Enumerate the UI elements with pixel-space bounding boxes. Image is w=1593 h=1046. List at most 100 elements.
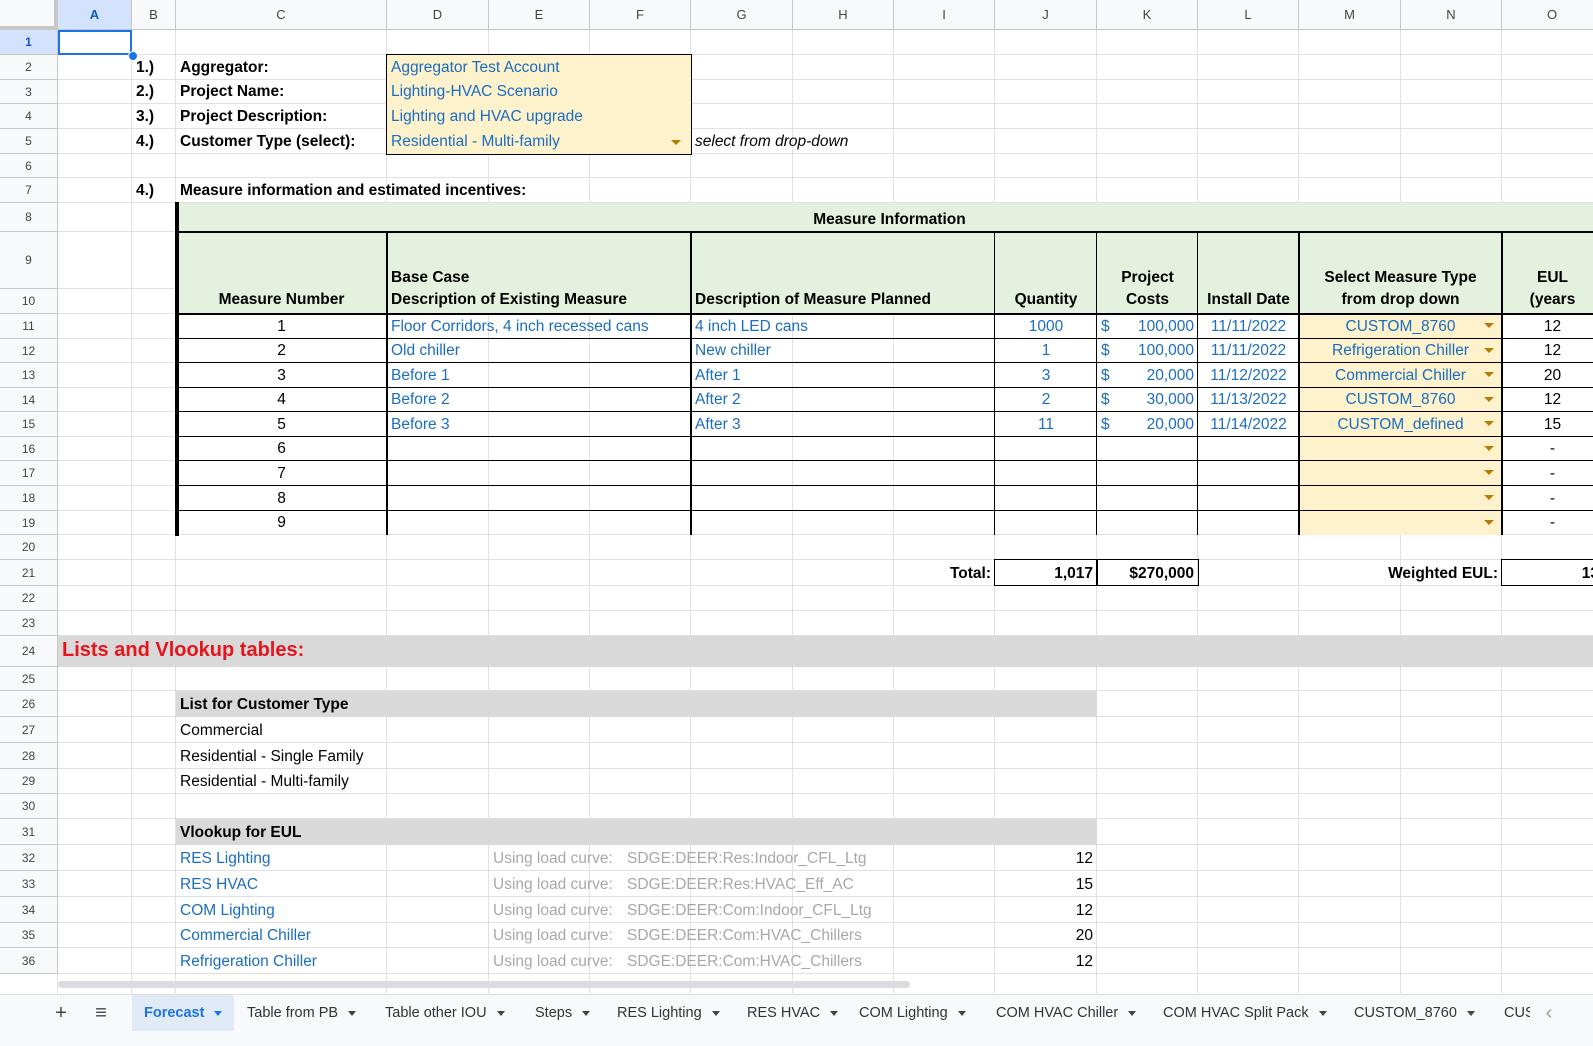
row-header-12[interactable]: 12 <box>0 339 58 363</box>
measure-type-dropdown-icon[interactable] <box>1484 323 1494 328</box>
measure-type-select[interactable]: Refrigeration Chiller <box>1299 339 1502 363</box>
base-case-cell[interactable]: Old chiller <box>387 339 691 363</box>
quantity-cell[interactable] <box>995 511 1097 535</box>
column-header-a[interactable]: A <box>58 0 132 30</box>
tab-menu-arrow-icon[interactable] <box>1318 1010 1327 1016</box>
row-header-10[interactable]: 10 <box>0 289 58 314</box>
column-header-k[interactable]: K <box>1097 0 1198 30</box>
measure-type-dropdown-icon[interactable] <box>1484 421 1494 426</box>
spreadsheet-grid[interactable]: ABCDEFGHIJKLMNO 1 2 3 4 5 6 7 8 9 10 11 12 13 14 15 16 1… <box>0 0 1593 994</box>
horizontal-scrollbar[interactable] <box>58 981 910 988</box>
row-header-1[interactable]: 1 <box>0 30 58 55</box>
install-date-cell[interactable] <box>1198 437 1299 461</box>
row-header-25[interactable]: 25 <box>0 667 58 691</box>
quantity-cell[interactable]: 11 <box>995 412 1097 437</box>
row-header-19[interactable]: 19 <box>0 511 58 535</box>
measure-type-dropdown-icon[interactable] <box>1484 470 1494 475</box>
row-header-15[interactable]: 15 <box>0 412 58 437</box>
column-header-l[interactable]: L <box>1198 0 1299 30</box>
base-case-cell[interactable]: Before 2 <box>387 388 691 412</box>
active-cell-a1[interactable] <box>58 30 132 55</box>
row-header-8[interactable]: 8 <box>0 203 58 232</box>
row-header-32[interactable]: 32 <box>0 845 58 871</box>
sheet-tab-cus[interactable]: CUS <box>1504 995 1530 1031</box>
row-header-6[interactable]: 6 <box>0 154 58 178</box>
tab-menu-arrow-icon[interactable] <box>496 1010 505 1016</box>
measure-type-dropdown-icon[interactable] <box>1484 397 1494 402</box>
base-case-cell[interactable]: Before 3 <box>387 412 691 437</box>
tab-menu-arrow-icon[interactable] <box>582 1010 591 1016</box>
measure-type-dropdown-icon[interactable] <box>1484 520 1494 525</box>
row-header-33[interactable]: 33 <box>0 871 58 897</box>
base-case-cell[interactable] <box>387 486 691 511</box>
column-header-f[interactable]: F <box>590 0 691 30</box>
measure-type-select[interactable] <box>1299 486 1502 511</box>
column-header-b[interactable]: B <box>132 0 176 30</box>
row-header-23[interactable]: 23 <box>0 611 58 636</box>
measure-type-select[interactable]: Commercial Chiller <box>1299 363 1502 388</box>
measure-number-cell[interactable]: 3 <box>176 363 387 388</box>
row-header-2[interactable]: 2 <box>0 55 58 80</box>
install-date-cell[interactable]: 11/12/2022 <box>1198 363 1299 388</box>
column-header-n[interactable]: N <box>1401 0 1502 30</box>
row-header-22[interactable]: 22 <box>0 586 58 611</box>
measure-number-cell[interactable]: 7 <box>176 461 387 486</box>
customer-type-dropdown-icon[interactable] <box>671 140 681 145</box>
quantity-cell[interactable]: 3 <box>995 363 1097 388</box>
sheet-tab-res-hvac[interactable]: RES HVAC <box>747 995 839 1031</box>
install-date-cell[interactable]: 11/11/2022 <box>1198 339 1299 363</box>
column-header-o[interactable]: O <box>1502 0 1593 30</box>
sheet-tab-steps[interactable]: Steps <box>535 995 591 1031</box>
base-case-cell[interactable]: Floor Corridors, 4 inch recessed cans <box>387 314 691 339</box>
row-header-31[interactable]: 31 <box>0 819 58 845</box>
planned-cell[interactable] <box>691 511 995 535</box>
column-header-c[interactable]: C <box>176 0 387 30</box>
measure-number-cell[interactable]: 2 <box>176 339 387 363</box>
sheet-tab-res-lighting[interactable]: RES Lighting <box>617 995 720 1031</box>
select-all-corner[interactable] <box>0 0 58 30</box>
add-sheet-button[interactable]: + <box>48 995 74 1031</box>
measure-number-cell[interactable]: 4 <box>176 388 387 412</box>
planned-cell[interactable]: After 1 <box>691 363 995 388</box>
row-header-5[interactable]: 5 <box>0 129 58 154</box>
sheet-tab-com-hvac-split-pack[interactable]: COM HVAC Split Pack <box>1163 995 1327 1031</box>
sheet-tab-com-hvac-chiller[interactable]: COM HVAC Chiller <box>996 995 1137 1031</box>
row-header-16[interactable]: 16 <box>0 437 58 461</box>
sheet-tab-table-other-iou[interactable]: Table other IOU <box>385 995 505 1031</box>
sheet-tab-forecast[interactable]: Forecast <box>132 995 235 1031</box>
measure-number-cell[interactable]: 8 <box>176 486 387 511</box>
column-header-i[interactable]: I <box>894 0 995 30</box>
row-header-29[interactable]: 29 <box>0 769 58 794</box>
row-header-35[interactable]: 35 <box>0 923 58 948</box>
planned-cell[interactable]: After 3 <box>691 412 995 437</box>
measure-number-cell[interactable]: 5 <box>176 412 387 437</box>
install-date-cell[interactable]: 11/14/2022 <box>1198 412 1299 437</box>
planned-cell[interactable] <box>691 437 995 461</box>
install-date-cell[interactable]: 11/13/2022 <box>1198 388 1299 412</box>
row-header-26[interactable]: 26 <box>0 691 58 717</box>
measure-number-cell[interactable]: 6 <box>176 437 387 461</box>
install-date-cell[interactable]: 11/11/2022 <box>1198 314 1299 339</box>
quantity-cell[interactable]: 2 <box>995 388 1097 412</box>
field-value-input[interactable]: Residential - Multi-family <box>387 129 691 154</box>
measure-type-select[interactable]: CUSTOM_defined <box>1299 412 1502 437</box>
measure-type-select[interactable]: CUSTOM_8760 <box>1299 388 1502 412</box>
measure-number-cell[interactable]: 1 <box>176 314 387 339</box>
planned-cell[interactable]: New chiller <box>691 339 995 363</box>
row-header-17[interactable]: 17 <box>0 461 58 486</box>
quantity-cell[interactable]: 1 <box>995 339 1097 363</box>
row-header-21[interactable]: 21 <box>0 560 58 586</box>
measure-type-dropdown-icon[interactable] <box>1484 348 1494 353</box>
measure-type-select[interactable] <box>1299 437 1502 461</box>
tab-menu-arrow-icon[interactable] <box>1466 1010 1475 1016</box>
measure-type-select[interactable] <box>1299 511 1502 535</box>
install-date-cell[interactable] <box>1198 511 1299 535</box>
row-header-7[interactable]: 7 <box>0 178 58 203</box>
all-sheets-menu-icon[interactable]: ≡ <box>88 995 114 1031</box>
install-date-cell[interactable] <box>1198 461 1299 486</box>
row-header-27[interactable]: 27 <box>0 717 58 743</box>
row-header-30[interactable]: 30 <box>0 794 58 819</box>
measure-type-dropdown-icon[interactable] <box>1484 372 1494 377</box>
tab-menu-arrow-icon[interactable] <box>348 1010 357 1016</box>
base-case-cell[interactable]: Before 1 <box>387 363 691 388</box>
